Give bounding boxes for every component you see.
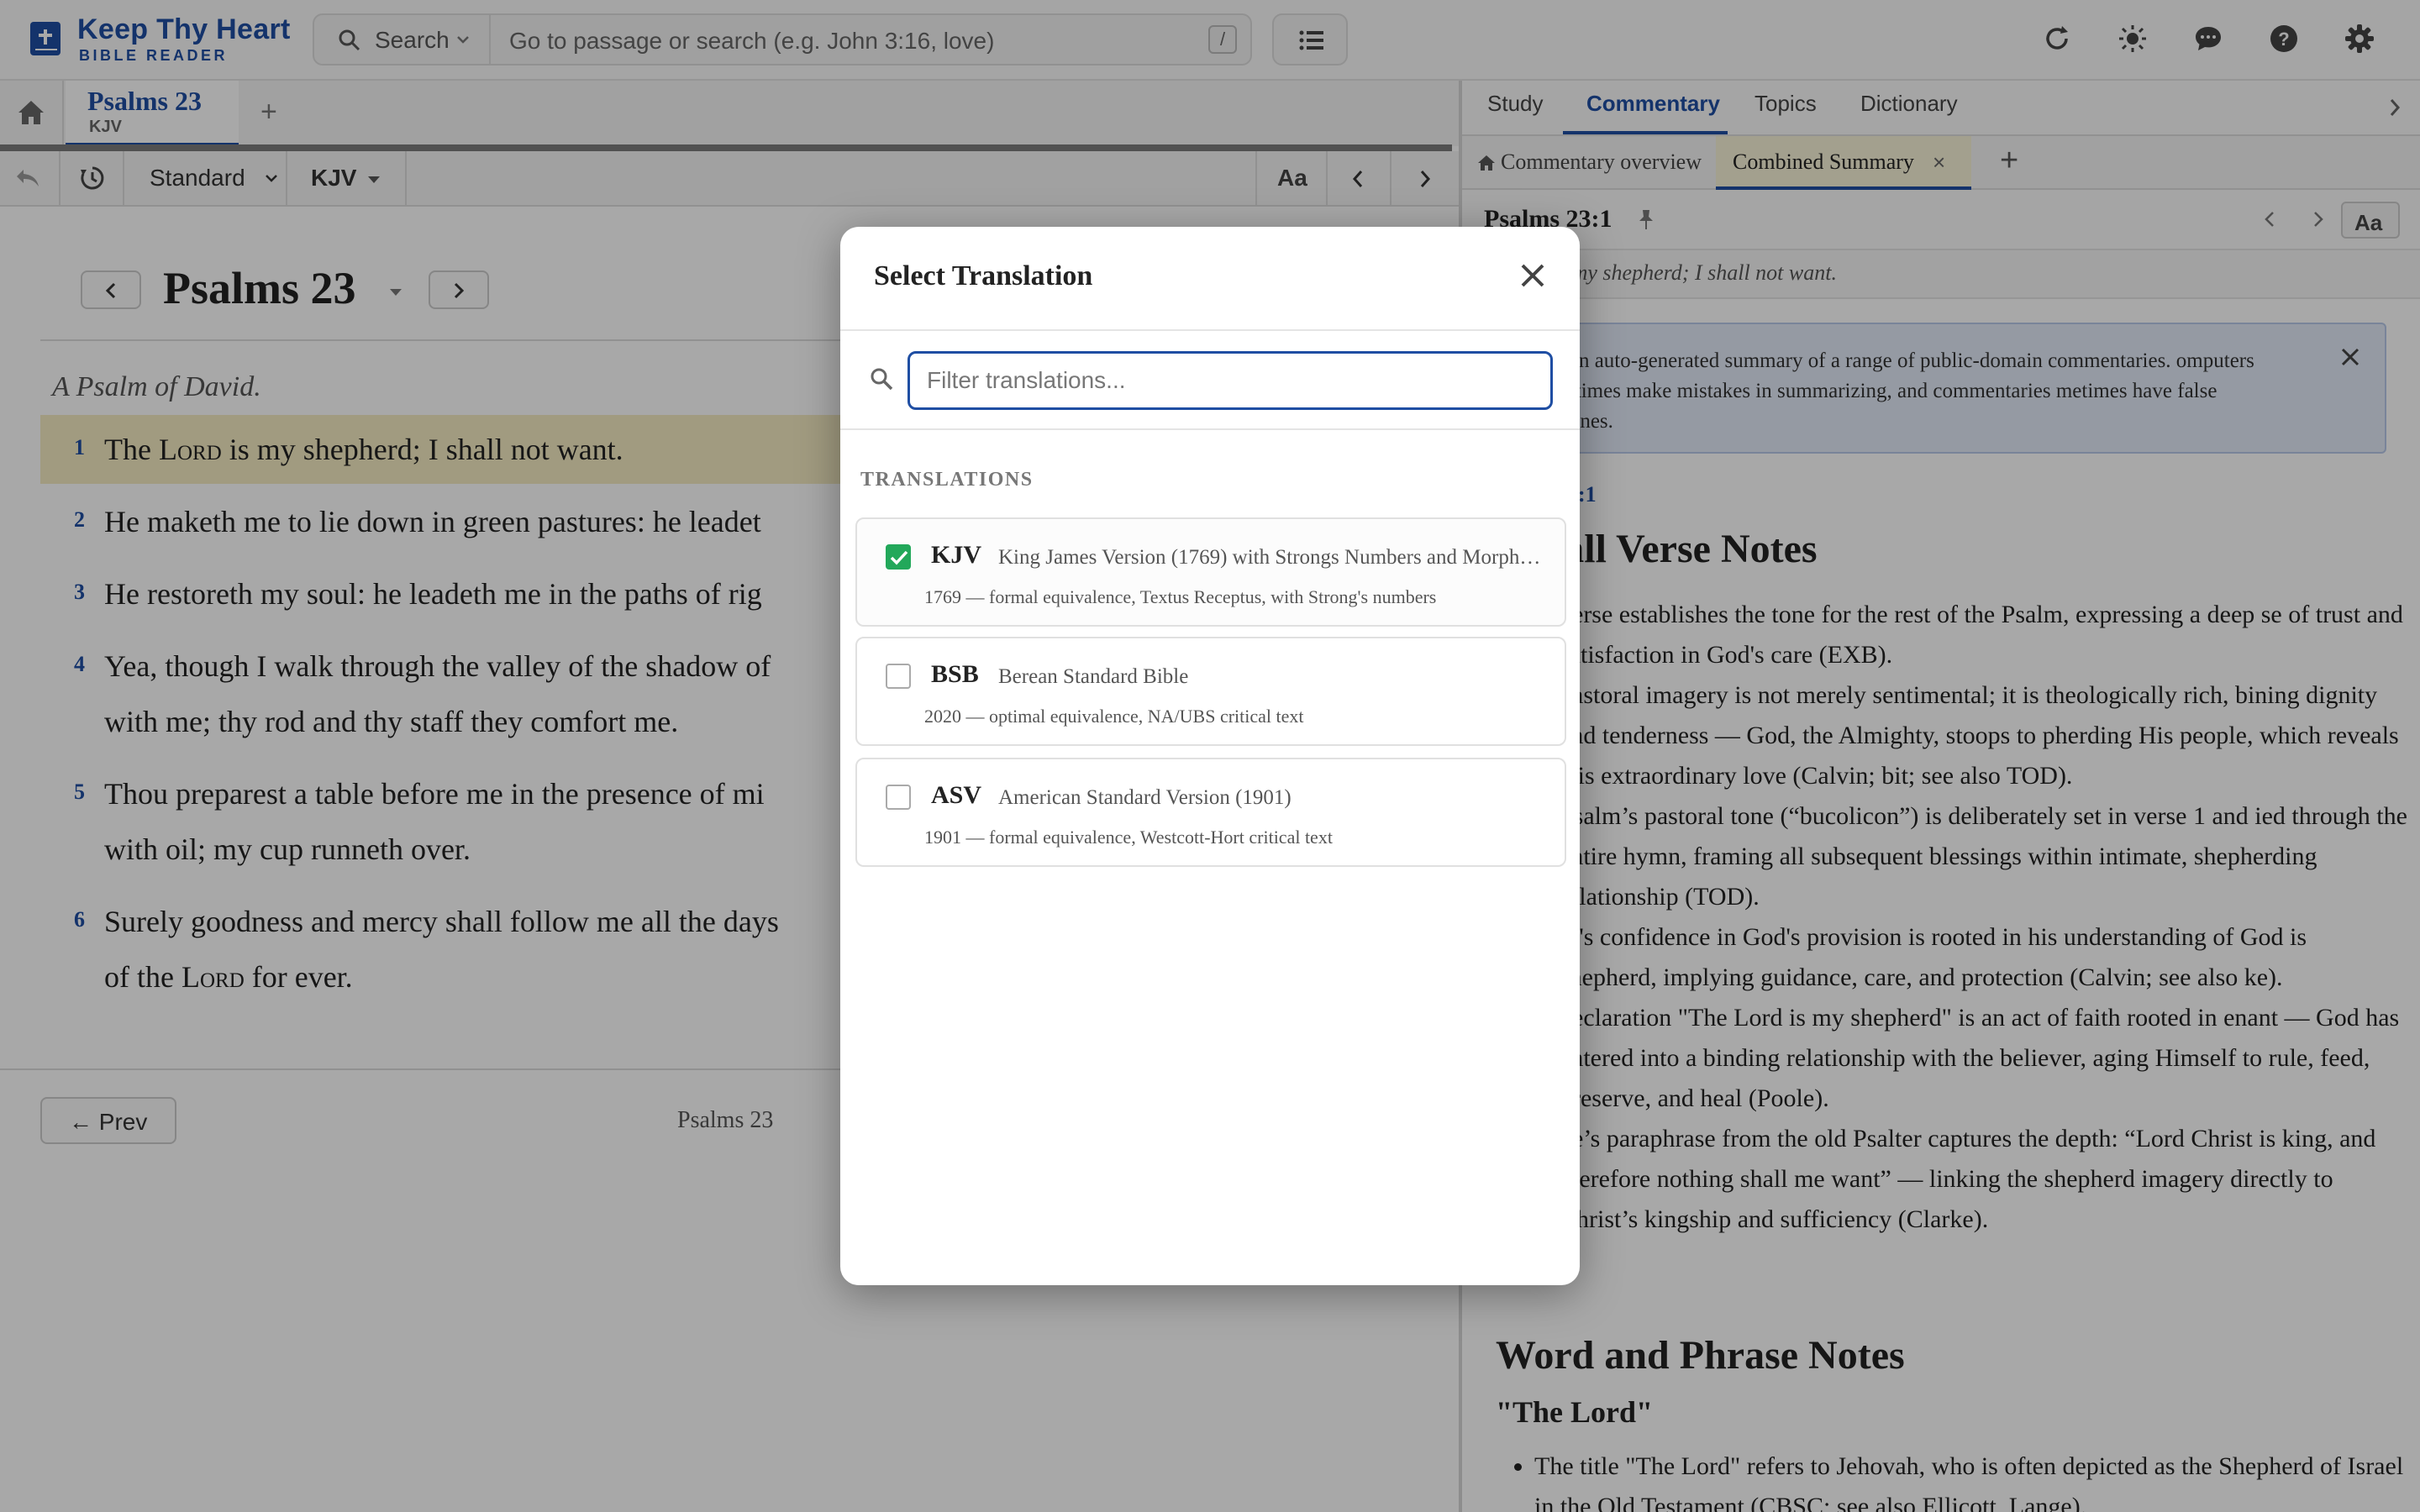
translation-option-asv[interactable]: ASV American Standard Version (1901) 190… <box>855 758 1566 867</box>
translation-option-kjv[interactable]: KJV King James Version (1769) with Stron… <box>855 517 1566 627</box>
select-translation-dialog: Select Translation TRANSLATIONS KJV King… <box>840 227 1580 1285</box>
translation-description: 2020 — optimal equivalence, NA/UBS criti… <box>924 706 1304 727</box>
checkbox[interactable] <box>886 544 911 570</box>
filter-translations-input[interactable] <box>908 351 1553 410</box>
checkbox[interactable] <box>886 785 911 810</box>
search-icon <box>871 368 893 391</box>
translation-abbr: BSB <box>931 660 979 688</box>
check-icon <box>890 550 908 565</box>
translation-name: King James Version (1769) with Strongs N… <box>998 546 1549 569</box>
translation-description: 1901 — formal equivalence, Westcott-Hort… <box>924 827 1333 848</box>
translation-option-bsb[interactable]: BSB Berean Standard Bible 2020 — optimal… <box>855 637 1566 746</box>
checkbox[interactable] <box>886 664 911 689</box>
translation-description: 1769 — formal equivalence, Textus Recept… <box>924 586 1437 607</box>
section-label: TRANSLATIONS <box>860 469 1034 491</box>
divider <box>840 329 1580 331</box>
translation-abbr: ASV <box>931 781 982 809</box>
translation-name: American Standard Version (1901) <box>998 786 1292 809</box>
translation-name: Berean Standard Bible <box>998 665 1189 688</box>
close-icon[interactable] <box>1516 259 1549 292</box>
divider <box>840 428 1580 430</box>
dialog-title: Select Translation <box>874 260 1093 291</box>
translation-abbr: KJV <box>931 541 981 569</box>
